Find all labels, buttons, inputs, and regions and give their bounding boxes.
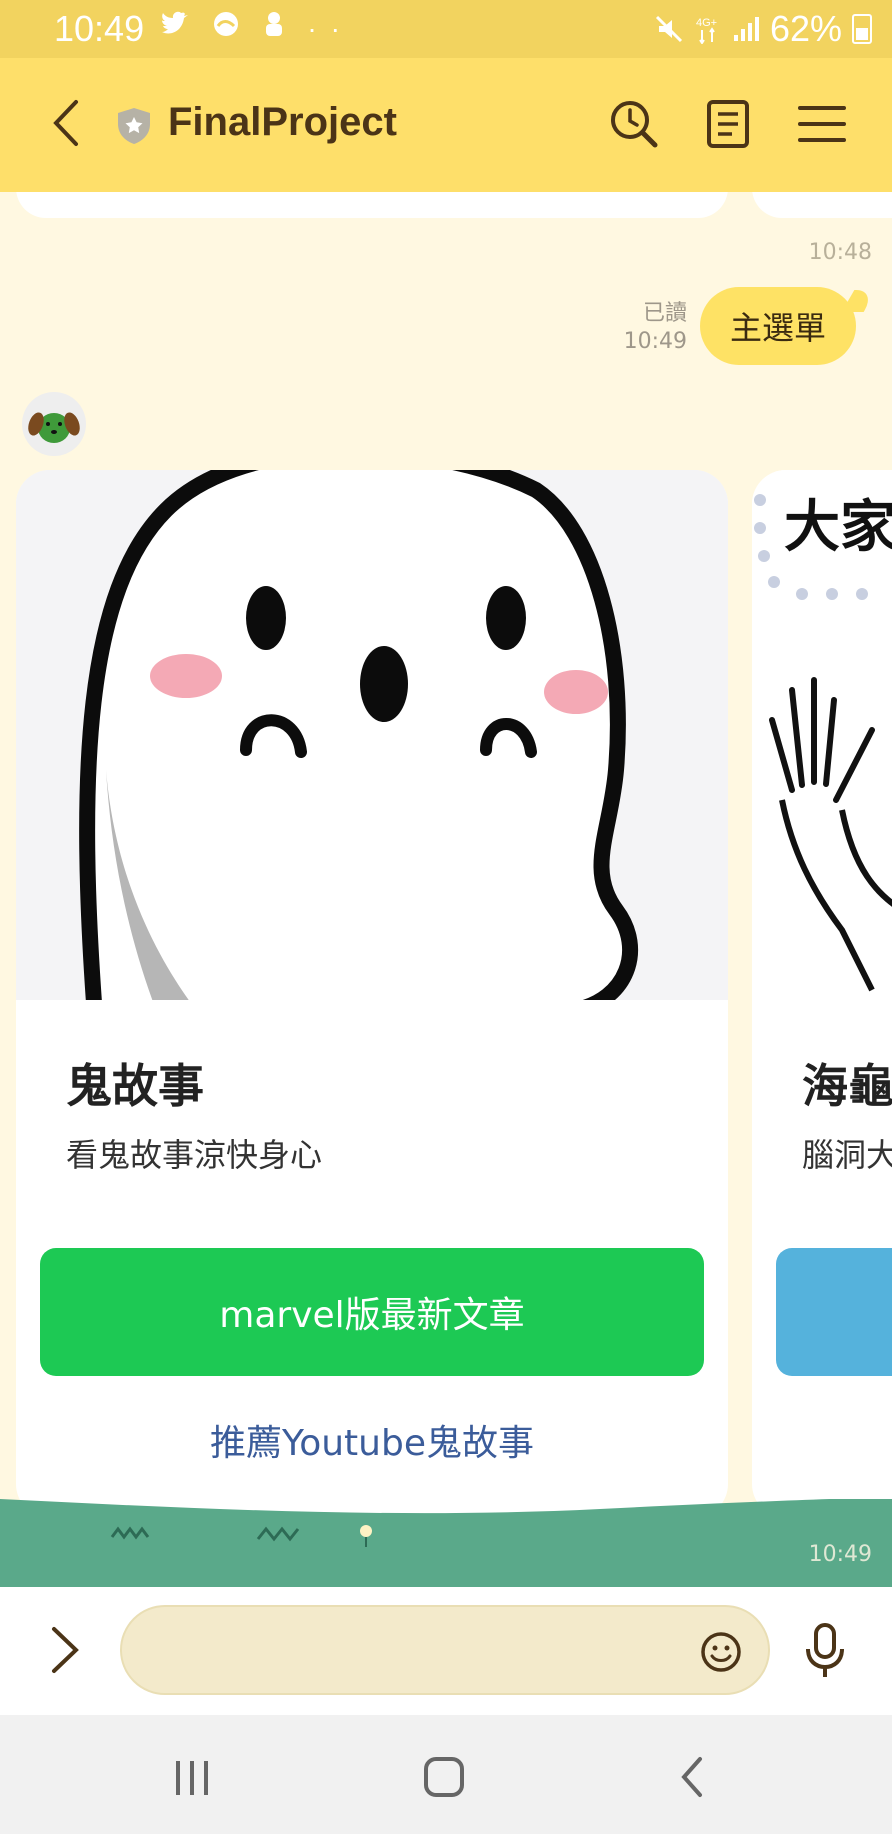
emoji-icon[interactable] [700, 1631, 742, 1673]
previous-card[interactable] [752, 192, 892, 218]
mute-icon [655, 15, 682, 43]
youtube-ghost-stories-link[interactable]: 推薦Youtube鬼故事 [16, 1400, 728, 1480]
chevron-right-icon[interactable] [48, 1623, 84, 1677]
twitter-icon [162, 11, 188, 34]
message-input[interactable] [120, 1605, 770, 1695]
notification-icons: ·· [160, 10, 354, 45]
card-title: 海龜 [802, 1059, 892, 1113]
more-notifications-icon: ·· [307, 13, 354, 44]
card-title: 鬼故事 [66, 1059, 204, 1113]
carousel-card[interactable]: 大家 海龜 腦洞大 [752, 470, 892, 1518]
read-label: 已讀 [642, 301, 687, 326]
card-action-button[interactable] [776, 1248, 892, 1376]
4g-icon: 4G+ [696, 17, 717, 44]
menu-icon[interactable] [794, 96, 850, 152]
nav-back-icon[interactable] [664, 1755, 724, 1799]
message-timestamp: 10:49 [808, 1542, 872, 1567]
search-icon[interactable] [606, 96, 662, 152]
marvel-articles-button[interactable]: marvel版最新文章 [40, 1248, 704, 1376]
card-description: 腦洞大 [802, 1136, 892, 1174]
system-nav-bar [0, 1715, 892, 1834]
status-right: 4G+ 62% [654, 8, 872, 50]
bot-avatar[interactable] [22, 392, 86, 456]
grass-background [0, 1499, 892, 1587]
message-input-bar [0, 1587, 892, 1715]
signal-icon [733, 17, 759, 41]
chat-header: FinalProject [0, 58, 892, 192]
card-image[interactable]: 大家 [752, 470, 892, 1000]
ghost-illustration [16, 470, 728, 1000]
previous-card[interactable] [16, 192, 728, 218]
recent-apps-icon[interactable] [164, 1755, 224, 1799]
status-time: 10:49 [54, 8, 145, 49]
app-notification-icon [265, 12, 282, 36]
notes-icon[interactable] [700, 96, 756, 152]
sent-time: 10:49 [623, 329, 687, 354]
microphone-icon[interactable] [800, 1621, 850, 1681]
read-receipt: 已讀 10:49 [624, 300, 687, 356]
chat-title: FinalProject [168, 100, 397, 144]
svg-text:4G+: 4G+ [696, 17, 717, 29]
chat-area[interactable]: 10:48 已讀 10:49 主選單 鬼故事 看鬼故事涼快身心 marvel版最… [0, 192, 892, 1587]
battery-percent: 62% [769, 8, 842, 49]
card-description: 看鬼故事涼快身心 [66, 1136, 323, 1174]
sent-message-bubble[interactable]: 主選單 [700, 287, 856, 365]
shield-icon [118, 108, 150, 144]
carousel-card[interactable]: 鬼故事 看鬼故事涼快身心 marvel版最新文章 推薦Youtube鬼故事 [16, 470, 728, 1518]
status-bar: 10:49 ·· 4G+ 62% [0, 0, 892, 58]
battery-icon [852, 14, 872, 44]
dog-avatar-icon [28, 412, 80, 443]
hand-illustration [769, 677, 892, 992]
app-notification-icon [213, 12, 238, 36]
back-icon[interactable] [48, 98, 88, 148]
card-image-text: 大家 [784, 495, 892, 560]
message-timestamp: 10:48 [808, 240, 872, 265]
home-icon[interactable] [414, 1755, 474, 1799]
card-image[interactable] [16, 470, 728, 1000]
